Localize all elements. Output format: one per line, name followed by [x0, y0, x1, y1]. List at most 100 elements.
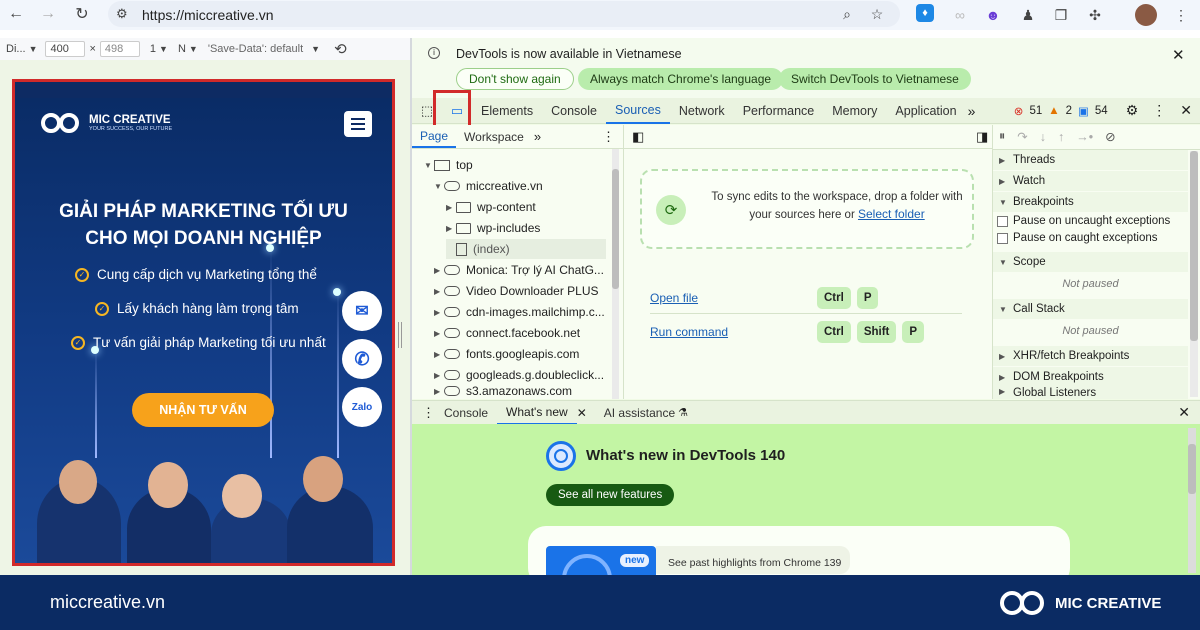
error-icon[interactable]: ⊗: [1014, 104, 1024, 118]
tree-node-origin[interactable]: ▶ Monica: Trợ lý AI ChatG...: [434, 260, 604, 280]
step-over-icon[interactable]: ↷: [1017, 129, 1027, 144]
throttle-select[interactable]: 'Save-Data': default: [208, 43, 303, 55]
profile-avatar[interactable]: [1135, 4, 1157, 26]
scrollbar[interactable]: [1190, 151, 1198, 397]
step-into-icon[interactable]: ↓: [1040, 130, 1046, 144]
select-folder-link[interactable]: Select folder: [858, 207, 925, 221]
drawer-tab-ai-assistance[interactable]: AI assistance: [595, 401, 684, 425]
tab-memory[interactable]: Memory: [823, 98, 886, 124]
pause-uncaught-checkbox[interactable]: Pause on uncaught exceptions: [997, 215, 1170, 227]
dpr-select[interactable]: 1: [150, 43, 156, 55]
drawer-tab-whats-new[interactable]: What's new: [497, 401, 577, 425]
phone-icon[interactable]: ✆: [342, 339, 382, 379]
zalo-icon[interactable]: Zalo: [342, 387, 382, 427]
infobar-message: DevTools is now available in Vietnamese: [456, 47, 682, 61]
star-icon[interactable]: ☆: [866, 3, 888, 25]
width-input[interactable]: 400: [45, 41, 86, 57]
tree-node-origin[interactable]: ▶ cdn-images.mailchimp.c...: [434, 302, 605, 322]
extension-link-icon[interactable]: ∞: [949, 4, 971, 26]
step-out-icon[interactable]: ↑: [1058, 130, 1064, 144]
tab-workspace[interactable]: Workspace: [456, 126, 532, 148]
section-call-stack[interactable]: ▼ Call Stack: [993, 299, 1188, 319]
toggle-navigator-icon[interactable]: ◧: [632, 129, 644, 145]
tree-node-origin[interactable]: ▶ googleads.g.doubleclick...: [434, 365, 604, 385]
section-scope[interactable]: ▼ Scope: [993, 252, 1188, 272]
warning-icon[interactable]: ▲: [1048, 105, 1059, 117]
menu-dots-icon[interactable]: ⋮: [1170, 4, 1192, 26]
settings-gear-icon[interactable]: ⚙: [1126, 102, 1139, 119]
height-input[interactable]: 498: [99, 41, 140, 57]
tab-network[interactable]: Network: [670, 98, 734, 124]
past-highlights-link[interactable]: See past highlights from Chrome 139: [668, 557, 841, 569]
close-icon[interactable]: ✕: [1172, 46, 1185, 64]
section-threads[interactable]: ▶ Threads: [993, 150, 1188, 170]
issues-icon[interactable]: ▣: [1078, 104, 1089, 118]
drawer-tab-console[interactable]: Console: [435, 401, 497, 425]
tree-node-folder[interactable]: ▶ wp-includes: [446, 218, 540, 238]
tree-node-folder[interactable]: ▶ wp-content: [446, 197, 536, 217]
extension-person-icon[interactable]: ♟: [1017, 4, 1039, 26]
kebab-menu-icon[interactable]: ⋮: [602, 129, 615, 145]
zoom-icon[interactable]: ⌕: [836, 3, 858, 25]
section-xhr-breakpoints[interactable]: ▶ XHR/fetch Breakpoints: [993, 346, 1188, 366]
workspace-drop-zone[interactable]: ⟳ To sync edits to the workspace, drop a…: [640, 169, 974, 249]
puzzle-icon[interactable]: ✣: [1084, 4, 1106, 26]
extension-copy-icon[interactable]: ❐: [1050, 4, 1072, 26]
scrollbar[interactable]: [1188, 428, 1196, 573]
extension-face-icon[interactable]: ☻: [982, 4, 1004, 26]
cta-button[interactable]: NHẬN TƯ VẤN: [132, 393, 274, 427]
tab-page[interactable]: Page: [412, 126, 457, 148]
always-match-language-button[interactable]: Always match Chrome's language: [578, 68, 784, 90]
mic-logo-icon: [41, 110, 85, 136]
tree-node-domain[interactable]: ▼ miccreative.vn: [434, 176, 543, 196]
extension-drop-icon[interactable]: ♦: [916, 4, 934, 22]
section-dom-breakpoints[interactable]: ▶ DOM Breakpoints: [993, 367, 1188, 387]
tree-node-origin[interactable]: ▶ Video Downloader PLUS: [434, 281, 599, 301]
reload-icon[interactable]: ↻: [72, 4, 92, 24]
address-bar[interactable]: ⚙ https://miccreative.vn ⌕ ☆: [108, 1, 900, 27]
back-icon[interactable]: ←: [6, 4, 26, 24]
tab-sources[interactable]: Sources: [605, 98, 670, 124]
whats-new-panel: What's new in DevTools 140 See all new f…: [412, 424, 1200, 586]
deactivate-breakpoints-icon[interactable]: ⊘: [1105, 129, 1115, 144]
tree-node-origin[interactable]: ▶ s3.amazonaws.com: [434, 383, 572, 399]
device-select[interactable]: Di...: [6, 43, 26, 55]
hamburger-menu-icon[interactable]: [344, 111, 372, 137]
sources-editor: ◧ ◨ ⟳ To sync edits to the workspace, dr…: [624, 125, 992, 399]
pause-icon[interactable]: ⏸: [999, 129, 1005, 144]
tree-node-top[interactable]: ▼ top: [424, 155, 473, 175]
more-tabs-icon[interactable]: »: [534, 129, 541, 144]
rotate-icon[interactable]: ⟲: [334, 40, 347, 58]
dont-show-again-button[interactable]: Don't show again: [456, 68, 574, 90]
more-tabs-icon[interactable]: »: [968, 103, 976, 119]
mode-select[interactable]: N: [178, 43, 186, 55]
site-logo[interactable]: MIC CREATIVE YOUR SUCCESS, OUR FUTURE: [41, 110, 172, 136]
tree-node-file[interactable]: (index): [446, 239, 606, 259]
tree-node-origin[interactable]: ▶ fonts.googleapis.com: [434, 344, 579, 364]
pause-caught-checkbox[interactable]: Pause on caught exceptions: [997, 232, 1158, 244]
messenger-icon[interactable]: ✉: [342, 291, 382, 331]
tree-node-origin[interactable]: ▶ connect.facebook.net: [434, 323, 580, 343]
open-file-link[interactable]: Open file: [650, 291, 698, 305]
tab-elements[interactable]: Elements: [472, 98, 542, 124]
resize-handle[interactable]: [398, 322, 402, 348]
switch-to-vietnamese-button[interactable]: Switch DevTools to Vietnamese: [779, 68, 971, 90]
section-global-listeners[interactable]: ▶ Global Listeners: [993, 387, 1188, 399]
forward-icon[interactable]: →: [38, 4, 58, 24]
tab-application[interactable]: Application: [886, 98, 965, 124]
tab-console[interactable]: Console: [542, 98, 606, 124]
scrollbar[interactable]: [612, 149, 619, 399]
site-info-icon[interactable]: ⚙: [116, 6, 128, 22]
step-icon[interactable]: →•: [1076, 130, 1093, 144]
section-breakpoints[interactable]: ▼ Breakpoints: [993, 192, 1188, 212]
see-all-features-button[interactable]: See all new features: [546, 484, 675, 506]
tab-performance[interactable]: Performance: [734, 98, 824, 124]
kebab-menu-icon[interactable]: ⋮: [1152, 102, 1166, 119]
section-watch[interactable]: ▶ Watch: [993, 171, 1188, 191]
run-command-link[interactable]: Run command: [650, 325, 728, 339]
kebab-menu-icon[interactable]: ⋮: [422, 405, 435, 421]
toggle-debugger-icon[interactable]: ◨: [976, 129, 988, 145]
close-devtools-icon[interactable]: ✕: [1180, 102, 1192, 119]
close-drawer-icon[interactable]: ✕: [1178, 404, 1190, 421]
close-tab-icon[interactable]: ✕: [577, 406, 587, 420]
